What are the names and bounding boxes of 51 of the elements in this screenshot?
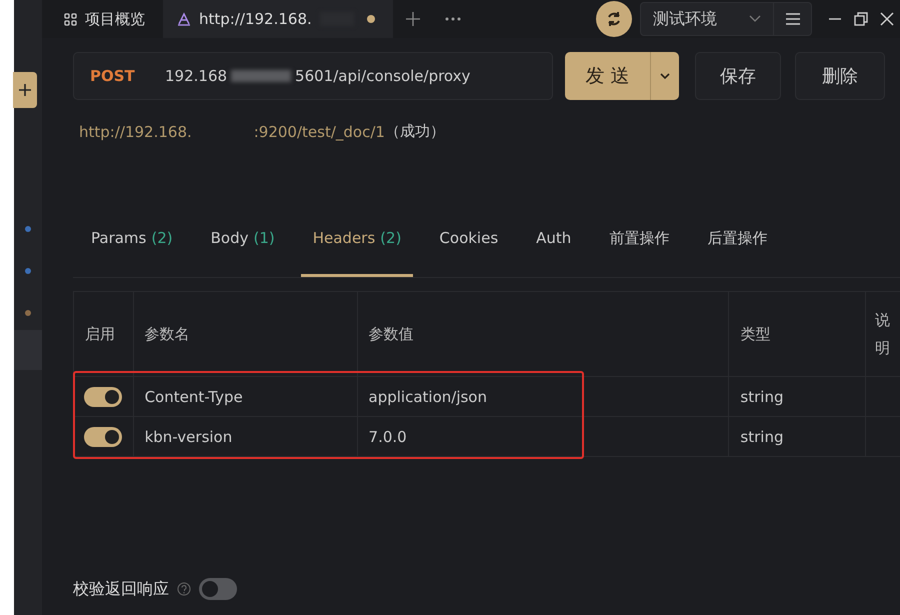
grid-icon bbox=[64, 12, 77, 26]
delete-button[interactable]: 删除 bbox=[795, 52, 885, 100]
table-cell: Content-Type bbox=[133, 376, 358, 416]
blurred-text bbox=[231, 70, 292, 82]
table-cell: string bbox=[728, 416, 866, 456]
menu-button[interactable] bbox=[774, 2, 812, 36]
send-options-button[interactable] bbox=[650, 52, 679, 100]
result-url: http://192.168. bbox=[79, 122, 192, 140]
sync-button[interactable] bbox=[596, 1, 632, 37]
add-button[interactable] bbox=[13, 72, 37, 108]
url-field[interactable]: POST 192.168 5601/api/console/proxy bbox=[73, 52, 553, 100]
tab[interactable]: Body (1) bbox=[198, 219, 287, 277]
restore-icon bbox=[854, 12, 868, 26]
column-header: 启用 bbox=[74, 292, 134, 376]
send-button[interactable]: 发送 bbox=[565, 52, 650, 100]
table-cell: 7.0.0 bbox=[357, 416, 729, 456]
tab[interactable]: 后置操作 bbox=[695, 219, 780, 277]
result-status: （成功） bbox=[384, 122, 445, 141]
help-icon bbox=[177, 582, 191, 596]
column-header: 参数名 bbox=[133, 292, 358, 376]
result-url: :9200/test/_doc/1 bbox=[254, 122, 385, 140]
save-button[interactable]: 保存 bbox=[695, 52, 781, 100]
column-header: 类型 bbox=[728, 292, 866, 376]
environment-select[interactable]: 测试环境 bbox=[640, 2, 774, 36]
table-cell: kbn-version bbox=[133, 416, 358, 456]
validate-response-label: 校验返回响应 bbox=[73, 578, 169, 600]
tab[interactable]: Cookies bbox=[427, 219, 510, 277]
method-label: POST bbox=[90, 67, 136, 85]
plus-icon bbox=[405, 11, 421, 27]
menu-icon bbox=[786, 13, 800, 25]
table-cell: application/json bbox=[357, 376, 729, 416]
tab[interactable]: Auth bbox=[524, 219, 584, 277]
tab[interactable]: Params (2) bbox=[79, 219, 185, 277]
plus-icon bbox=[19, 84, 31, 96]
enable-toggle[interactable] bbox=[84, 426, 122, 446]
validate-toggle[interactable] bbox=[199, 578, 237, 600]
column-header: 说明 bbox=[866, 292, 900, 376]
column-header: 参数值 bbox=[357, 292, 729, 376]
request-icon bbox=[177, 12, 191, 26]
close-icon bbox=[880, 12, 894, 26]
document-tab[interactable]: http://192.168. bbox=[163, 0, 393, 38]
document-tab[interactable]: 项目概览 bbox=[42, 0, 163, 38]
tab[interactable]: 前置操作 bbox=[597, 219, 682, 277]
chevron-down-icon bbox=[660, 72, 670, 80]
tab[interactable]: Headers (2) bbox=[300, 219, 414, 277]
enable-toggle[interactable] bbox=[84, 386, 122, 406]
table-cell: string bbox=[728, 376, 866, 416]
more-icon bbox=[445, 17, 461, 21]
url-text: 5601/api/console/proxy bbox=[295, 67, 470, 85]
url-text: 192.168 bbox=[165, 67, 228, 85]
chevron-down-icon bbox=[749, 15, 761, 23]
